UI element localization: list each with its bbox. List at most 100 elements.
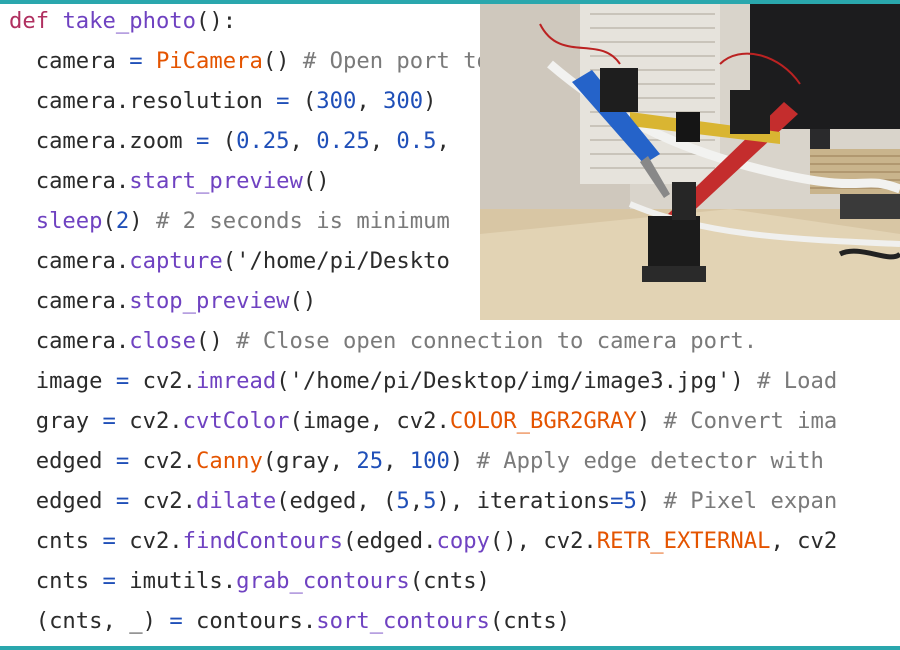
code-token: close <box>129 328 197 354</box>
code-line: sleep(2) # 2 seconds is minimum <box>9 201 450 241</box>
code-token: camera. <box>35 248 130 274</box>
code-token: ) <box>449 448 477 474</box>
code-token: dilate <box>196 488 277 514</box>
code-token: imutils. <box>115 568 237 594</box>
code-token: # Close open connection to camera port. <box>236 328 758 354</box>
code-token: = <box>169 608 183 634</box>
code-token: image <box>35 368 116 394</box>
code-token: camera. <box>35 328 130 354</box>
robot-arm-image <box>480 4 900 320</box>
code-token: ( <box>289 88 317 114</box>
code-token: camera.resolution <box>35 88 277 114</box>
code-token: RETR_EXTERNAL <box>596 528 771 554</box>
code-token: 100 <box>409 448 450 474</box>
code-token: 0.25 <box>236 128 290 154</box>
code-token: cnts <box>35 528 103 554</box>
code-token: capture <box>129 248 223 274</box>
code-token: = <box>115 448 130 474</box>
code-token: ), iterations <box>436 488 611 514</box>
code-token: cv2. <box>115 408 183 434</box>
code-token: , <box>436 128 450 154</box>
code-line: camera.stop_preview() <box>9 281 317 321</box>
code-token: = <box>115 488 130 514</box>
code-token: cvtColor <box>182 408 290 434</box>
code-token: 5 <box>396 488 410 514</box>
code-token: PiCamera <box>155 48 263 74</box>
code-token: (): <box>196 8 237 34</box>
code-token: cv2. <box>129 368 197 394</box>
code-line: def take_photo(): <box>9 1 236 41</box>
code-line: camera.capture('/home/pi/Deskto <box>9 241 450 281</box>
code-token: ( <box>102 208 116 234</box>
code-token: cv2. <box>115 528 183 554</box>
code-token: (cnts, _) <box>35 608 170 634</box>
code-token: edged <box>35 448 116 474</box>
code-token: () <box>289 288 317 314</box>
code-line: camera.zoom = (0.25, 0.25, 0.5, <box>9 121 450 161</box>
code-token: ) <box>129 208 156 234</box>
code-token: stop_preview <box>129 288 290 314</box>
code-line: edged = cv2.dilate(edged, (5,5), iterati… <box>9 481 838 521</box>
code-token: = <box>276 88 290 114</box>
code-line: edged = cv2.Canny(gray, 25, 100) # Apply… <box>9 441 824 481</box>
code-token: , cv2 <box>770 528 838 554</box>
code-token: # Convert ima <box>663 408 838 434</box>
code-token: , <box>383 448 410 474</box>
code-token: () <box>262 48 303 74</box>
robot-arm-photo <box>480 4 900 320</box>
code-token: # 2 seconds is minimum <box>155 208 450 234</box>
code-token: = <box>610 488 624 514</box>
code-line: gray = cv2.cvtColor(image, cv2.COLOR_BGR… <box>9 401 838 441</box>
code-token: (cnts) <box>409 568 490 594</box>
code-token: Canny <box>196 448 263 474</box>
code-token: 300 <box>316 88 357 114</box>
code-token: grab_contours <box>236 568 410 594</box>
code-token: , <box>289 128 317 154</box>
code-token: 2 <box>115 208 130 234</box>
code-token: 5 <box>623 488 637 514</box>
code-token: imread <box>196 368 277 394</box>
code-token: ('/home/pi/Deskto <box>222 248 450 274</box>
code-token: = <box>102 408 116 434</box>
code-line: (cnts, _) = contours.sort_contours(cnts) <box>9 601 570 641</box>
code-token: cnts <box>35 568 103 594</box>
code-token: contours. <box>182 608 317 634</box>
code-token: cv2. <box>129 448 197 474</box>
code-token: (edged, ( <box>276 488 397 514</box>
code-token: , <box>409 488 424 514</box>
code-line: cnts = imutils.grab_contours(cnts) <box>9 561 490 601</box>
code-token: ( <box>209 128 237 154</box>
code-token: camera <box>35 48 130 74</box>
code-token: def <box>9 8 50 34</box>
code-token: copy <box>436 528 490 554</box>
code-token: , <box>356 88 384 114</box>
code-token: cv2. <box>129 488 197 514</box>
code-token: = <box>129 48 143 74</box>
code-token: 25 <box>356 448 384 474</box>
code-token: take_photo <box>62 8 197 34</box>
code-token: 0.25 <box>316 128 370 154</box>
code-line: camera.close() # Close open connection t… <box>9 321 757 361</box>
code-token: # Pixel expan <box>663 488 838 514</box>
code-token: , <box>369 128 397 154</box>
code-token: () <box>196 328 237 354</box>
code-line: camera.start_preview() <box>9 161 330 201</box>
code-token: sort_contours <box>316 608 490 634</box>
code-token: 5 <box>423 488 437 514</box>
code-token: (cnts) <box>489 608 571 634</box>
code-line: image = cv2.imread('/home/pi/Desktop/img… <box>9 361 838 401</box>
